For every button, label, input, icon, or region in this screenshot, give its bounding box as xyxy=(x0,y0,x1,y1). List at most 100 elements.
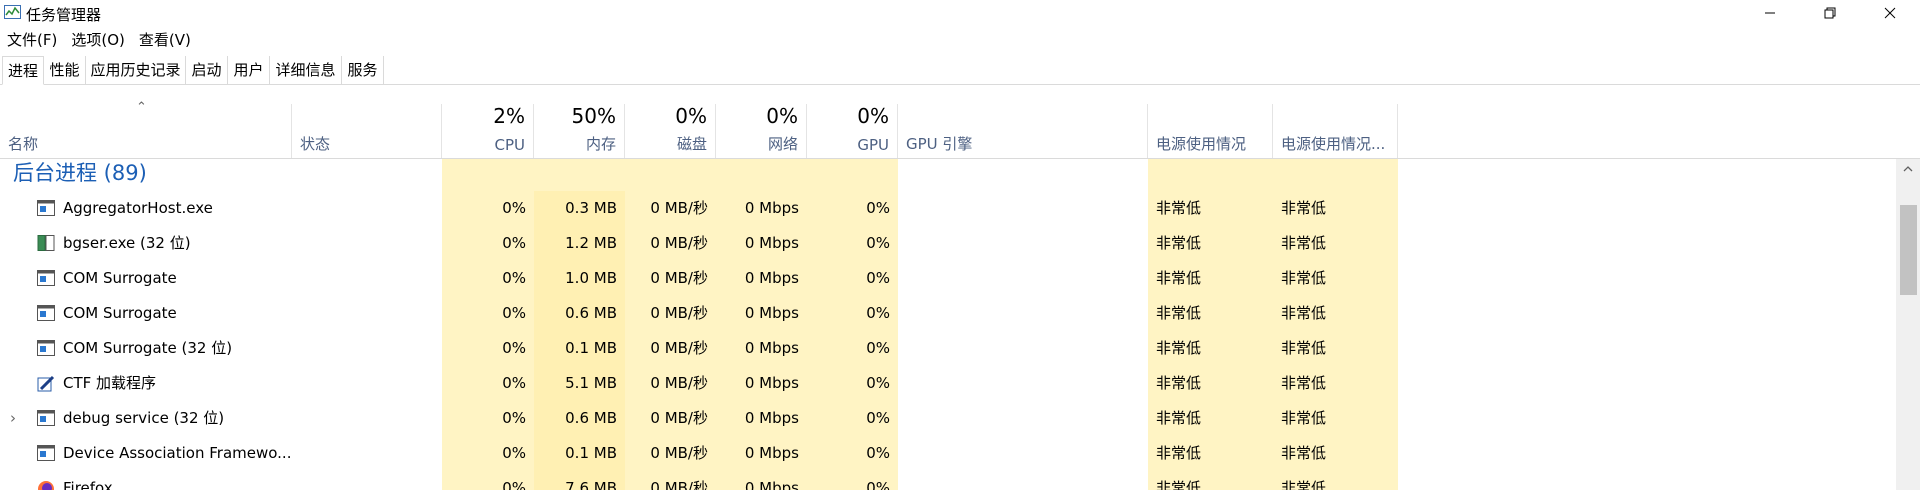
sort-ascending-icon: ⌃ xyxy=(136,100,147,115)
process-name: CTF 加载程序 xyxy=(63,374,157,392)
cell-net: 0 Mbps xyxy=(716,226,807,261)
table-row[interactable]: AggregatorHost.exe 0% 0.3 MB 0 MB/秒 0 Mbps 0%… xyxy=(0,191,1896,226)
cell-power: 非常低 xyxy=(1148,366,1273,401)
cell-power: 非常低 xyxy=(1148,191,1273,226)
table-row[interactable]: Firefox 0% 7.6 MB 0 MB/秒 0 Mbps 0% 非常低 非常低 xyxy=(0,471,1896,490)
pen-icon xyxy=(37,375,55,392)
cell-cpu: 0% xyxy=(442,366,534,401)
scroll-up-button[interactable] xyxy=(1896,159,1920,179)
cell-cpu: 0% xyxy=(442,401,534,436)
column-header: ⌃ 名称 状态 2% CPU 50% 内存 0% 磁盘 0% 网络 0% GPU… xyxy=(0,100,1920,159)
cell-cpu: 0% xyxy=(442,226,534,261)
cell-mem: 5.1 MB xyxy=(534,366,625,401)
expand-chevron-icon[interactable]: › xyxy=(10,401,16,436)
scroll-thumb[interactable] xyxy=(1900,205,1917,295)
col-network[interactable]: 0% 网络 xyxy=(716,104,807,158)
group-header[interactable]: 后台进程 (89) xyxy=(0,159,1896,191)
tab-startup[interactable]: 启动 xyxy=(186,56,228,84)
process-name: bgser.exe (32 位) xyxy=(63,234,191,252)
menu-file[interactable]: 文件(F) xyxy=(0,28,64,52)
col-memory[interactable]: 50% 内存 xyxy=(534,104,625,158)
tab-processes[interactable]: 进程 xyxy=(2,56,44,85)
cell-cpu: 0% xyxy=(442,296,534,331)
cell-power: 非常低 xyxy=(1148,401,1273,436)
table-row[interactable]: Device Association Framewo... 0% 0.1 MB 0 M… xyxy=(0,436,1896,471)
cell-disk: 0 MB/秒 xyxy=(625,401,716,436)
cell-power-trend: 非常低 xyxy=(1273,366,1398,401)
process-list: 后台进程 (89) AggregatorHost.exe 0% 0.3 MB 0 MB… xyxy=(0,159,1896,490)
cell-power: 非常低 xyxy=(1148,436,1273,471)
table-row[interactable]: bgser.exe (32 位) 0% 1.2 MB 0 MB/秒 0 Mbps 0% 非常… xyxy=(0,226,1896,261)
col-cpu[interactable]: 2% CPU xyxy=(442,104,534,158)
col-name-label: 名称 xyxy=(8,135,39,153)
col-power[interactable]: 电源使用情况 xyxy=(1148,104,1273,158)
col-disk[interactable]: 0% 磁盘 xyxy=(625,104,716,158)
cell-gpu: 0% xyxy=(807,436,898,471)
cell-disk: 0 MB/秒 xyxy=(625,296,716,331)
tab-app-history[interactable]: 应用历史记录 xyxy=(86,56,186,84)
cell-net: 0 Mbps xyxy=(716,471,807,490)
vertical-scrollbar[interactable] xyxy=(1896,159,1920,490)
restore-button[interactable] xyxy=(1800,0,1860,26)
cell-cpu: 0% xyxy=(442,331,534,366)
window-icon xyxy=(37,445,55,461)
cell-gpu: 0% xyxy=(807,471,898,490)
table-row[interactable]: › debug service (32 位) 0% 0.6 MB 0 MB/秒 0 Mbp… xyxy=(0,401,1896,436)
process-name: AggregatorHost.exe xyxy=(63,199,213,217)
firefox-icon xyxy=(37,480,55,490)
cell-disk: 0 MB/秒 xyxy=(625,331,716,366)
group-title: 后台进程 (89) xyxy=(13,161,147,185)
process-name: Firefox xyxy=(63,479,113,490)
col-gpu-engine[interactable]: GPU 引擎 xyxy=(898,104,1148,158)
cell-gpu: 0% xyxy=(807,191,898,226)
menu-bar: 文件(F) 选项(O) 查看(V) xyxy=(0,28,198,52)
cell-net: 0 Mbps xyxy=(716,296,807,331)
task-manager-icon xyxy=(4,5,21,19)
tab-users[interactable]: 用户 xyxy=(228,56,270,84)
cell-power: 非常低 xyxy=(1148,261,1273,296)
group-highlight xyxy=(442,159,898,191)
title-bar: 任务管理器 xyxy=(0,0,1920,26)
tab-bar: 进程 性能 应用历史记录 启动 用户 详细信息 服务 xyxy=(0,56,1920,85)
tab-services[interactable]: 服务 xyxy=(342,56,384,84)
col-gpu[interactable]: 0% GPU xyxy=(807,104,898,158)
window-icon xyxy=(37,270,55,286)
cell-net: 0 Mbps xyxy=(716,401,807,436)
cpu-total: 2% xyxy=(493,104,525,128)
cell-mem: 0.1 MB xyxy=(534,331,625,366)
cell-disk: 0 MB/秒 xyxy=(625,366,716,401)
cell-power-trend: 非常低 xyxy=(1273,471,1398,490)
cell-net: 0 Mbps xyxy=(716,261,807,296)
col-power-trend[interactable]: 电源使用情况... xyxy=(1273,104,1398,158)
minimize-button[interactable] xyxy=(1740,0,1800,26)
tab-details[interactable]: 详细信息 xyxy=(270,56,342,84)
cell-disk: 0 MB/秒 xyxy=(625,471,716,490)
col-power-label: 电源使用情况 xyxy=(1156,135,1247,153)
cell-cpu: 0% xyxy=(442,436,534,471)
col-power-trend-label: 电源使用情况... xyxy=(1281,135,1386,153)
window-icon xyxy=(37,340,55,356)
disk-total: 0% xyxy=(675,104,707,128)
menu-view[interactable]: 查看(V) xyxy=(132,28,198,52)
col-status[interactable]: 状态 xyxy=(292,104,442,158)
cell-cpu: 0% xyxy=(442,261,534,296)
cell-gpu: 0% xyxy=(807,296,898,331)
cell-mem: 0.6 MB xyxy=(534,296,625,331)
process-name: COM Surrogate xyxy=(63,269,177,287)
cell-disk: 0 MB/秒 xyxy=(625,191,716,226)
cell-disk: 0 MB/秒 xyxy=(625,261,716,296)
chevron-up-icon xyxy=(1903,166,1913,172)
cell-mem: 0.1 MB xyxy=(534,436,625,471)
table-row[interactable]: COM Surrogate (32 位) 0% 0.1 MB 0 MB/秒 0 Mbps… xyxy=(0,331,1896,366)
cell-mem: 7.6 MB xyxy=(534,471,625,490)
process-name: COM Surrogate (32 位) xyxy=(63,339,233,357)
group-highlight-power xyxy=(1148,159,1398,191)
col-name[interactable]: ⌃ 名称 xyxy=(0,100,292,158)
table-row[interactable]: COM Surrogate 0% 0.6 MB 0 MB/秒 0 Mbps 0% 非常低 非常… xyxy=(0,296,1896,331)
menu-options[interactable]: 选项(O) xyxy=(64,28,132,52)
table-row[interactable]: CTF 加载程序 0% 5.1 MB 0 MB/秒 0 Mbps 0% 非常低 非常低 xyxy=(0,366,1896,401)
close-button[interactable] xyxy=(1860,0,1920,26)
tab-performance[interactable]: 性能 xyxy=(44,56,86,84)
cell-power: 非常低 xyxy=(1148,296,1273,331)
table-row[interactable]: COM Surrogate 0% 1.0 MB 0 MB/秒 0 Mbps 0% 非常低 非常… xyxy=(0,261,1896,296)
